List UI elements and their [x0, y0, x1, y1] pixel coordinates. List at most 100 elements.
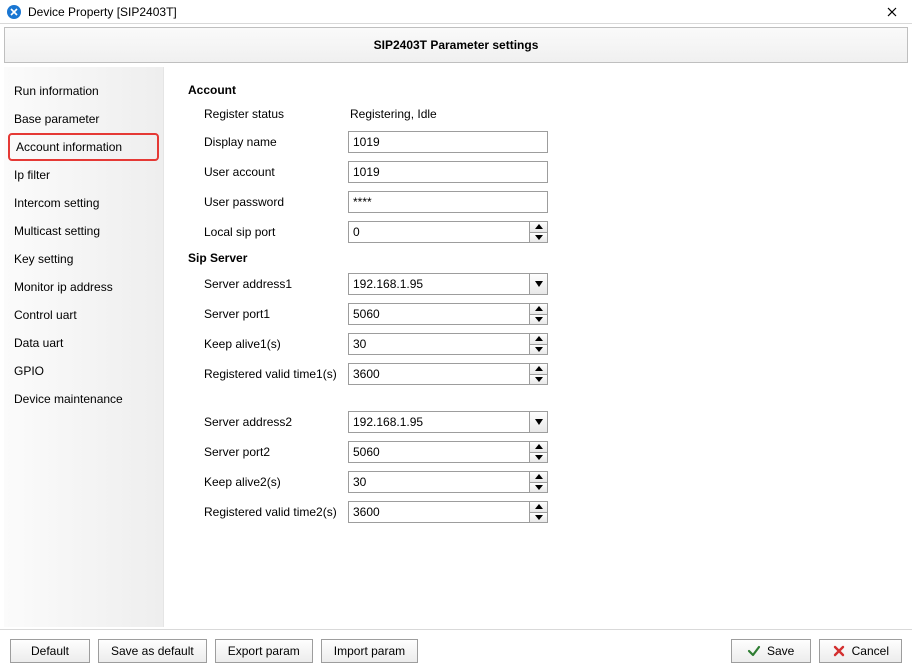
row-user-account: User account — [188, 161, 892, 183]
chevron-up-icon — [535, 366, 543, 371]
label-server-address2: Server address2 — [188, 415, 348, 429]
sidebar-item-monitor-ip-address[interactable]: Monitor ip address — [4, 273, 163, 301]
input-regvalid2[interactable] — [349, 502, 529, 522]
row-regvalid2: Registered valid time2(s) — [188, 501, 892, 523]
input-server-port2[interactable] — [349, 442, 529, 462]
chevron-down-icon — [535, 377, 543, 382]
save-as-default-button[interactable]: Save as default — [98, 639, 207, 663]
input-server-address2[interactable] — [349, 412, 529, 432]
spin-local-sip-port[interactable] — [348, 221, 548, 243]
sidebar-item-label: Monitor ip address — [14, 280, 113, 294]
sidebar-item-run-information[interactable]: Run information — [4, 77, 163, 105]
spin-keepalive2[interactable] — [348, 471, 548, 493]
button-label: Cancel — [852, 644, 889, 658]
account-form: Register status Registering, Idle Displa… — [188, 105, 892, 243]
input-local-sip-port[interactable] — [349, 222, 529, 242]
combo-server-address1[interactable] — [348, 273, 548, 295]
page-header: SIP2403T Parameter settings — [4, 27, 908, 63]
input-server-address1[interactable] — [349, 274, 529, 294]
spin-up[interactable] — [530, 364, 547, 374]
sidebar-item-label: Ip filter — [14, 168, 50, 182]
sidebar-item-label: Intercom setting — [14, 196, 99, 210]
chevron-up-icon — [535, 444, 543, 449]
spin-up[interactable] — [530, 442, 547, 452]
sidebar-item-label: Control uart — [14, 308, 77, 322]
spin-down[interactable] — [530, 344, 547, 355]
label-display-name: Display name — [188, 135, 348, 149]
spin-down[interactable] — [530, 314, 547, 325]
sidebar-item-control-uart[interactable]: Control uart — [4, 301, 163, 329]
spin-up[interactable] — [530, 304, 547, 314]
combo-server-address2[interactable] — [348, 411, 548, 433]
spin-server-port2[interactable] — [348, 441, 548, 463]
chevron-up-icon — [535, 474, 543, 479]
sidebar-item-label: Base parameter — [14, 112, 99, 126]
spin-keepalive1[interactable] — [348, 333, 548, 355]
spin-down[interactable] — [530, 232, 547, 243]
row-keepalive2: Keep alive2(s) — [188, 471, 892, 493]
sidebar-item-label: GPIO — [14, 364, 44, 378]
sidebar-item-device-maintenance[interactable]: Device maintenance — [4, 385, 163, 413]
button-label: Save as default — [111, 644, 194, 658]
label-user-password: User password — [188, 195, 348, 209]
row-register-status: Register status Registering, Idle — [188, 105, 892, 123]
input-user-password[interactable] — [348, 191, 548, 213]
spin-down[interactable] — [530, 482, 547, 493]
import-param-button[interactable]: Import param — [321, 639, 418, 663]
sidebar-item-gpio[interactable]: GPIO — [4, 357, 163, 385]
combo-button[interactable] — [529, 412, 547, 432]
sidebar-item-label: Account information — [16, 140, 122, 154]
row-regvalid1: Registered valid time1(s) — [188, 363, 892, 385]
label-user-account: User account — [188, 165, 348, 179]
bottom-bar: Default Save as default Export param Imp… — [0, 629, 912, 671]
row-display-name: Display name — [188, 131, 892, 153]
save-button[interactable]: Save — [731, 639, 811, 663]
input-regvalid1[interactable] — [349, 364, 529, 384]
sidebar-item-base-parameter[interactable]: Base parameter — [4, 105, 163, 133]
sidebar-item-data-uart[interactable]: Data uart — [4, 329, 163, 357]
spin-up[interactable] — [530, 472, 547, 482]
spin-up[interactable] — [530, 502, 547, 512]
label-regvalid1: Registered valid time1(s) — [188, 367, 348, 381]
label-server-port1: Server port1 — [188, 307, 348, 321]
sidebar-item-account-information[interactable]: Account information — [8, 133, 159, 161]
row-server-address1: Server address1 — [188, 273, 892, 295]
chevron-down-icon — [535, 455, 543, 460]
spin-down[interactable] — [530, 512, 547, 523]
label-server-address1: Server address1 — [188, 277, 348, 291]
page-title: SIP2403T Parameter settings — [374, 38, 539, 52]
button-label: Import param — [334, 644, 405, 658]
export-param-button[interactable]: Export param — [215, 639, 313, 663]
x-icon — [832, 644, 846, 658]
input-server-port1[interactable] — [349, 304, 529, 324]
label-regvalid2: Registered valid time2(s) — [188, 505, 348, 519]
input-user-account[interactable] — [348, 161, 548, 183]
close-button[interactable] — [876, 2, 908, 22]
spin-down[interactable] — [530, 374, 547, 385]
spin-regvalid2[interactable] — [348, 501, 548, 523]
sidebar-item-ip-filter[interactable]: Ip filter — [4, 161, 163, 189]
spin-up[interactable] — [530, 222, 547, 232]
label-keepalive1: Keep alive1(s) — [188, 337, 348, 351]
spin-down[interactable] — [530, 452, 547, 463]
input-display-name[interactable] — [348, 131, 548, 153]
default-button[interactable]: Default — [10, 639, 90, 663]
label-server-port2: Server port2 — [188, 445, 348, 459]
chevron-up-icon — [535, 504, 543, 509]
label-register-status: Register status — [188, 107, 348, 121]
input-keepalive2[interactable] — [349, 472, 529, 492]
sidebar-item-multicast-setting[interactable]: Multicast setting — [4, 217, 163, 245]
row-keepalive1: Keep alive1(s) — [188, 333, 892, 355]
spin-server-port1[interactable] — [348, 303, 548, 325]
sidebar-item-intercom-setting[interactable]: Intercom setting — [4, 189, 163, 217]
spin-regvalid1[interactable] — [348, 363, 548, 385]
input-keepalive1[interactable] — [349, 334, 529, 354]
chevron-up-icon — [535, 224, 543, 229]
cancel-button[interactable]: Cancel — [819, 639, 902, 663]
sidebar-item-key-setting[interactable]: Key setting — [4, 245, 163, 273]
spin-up[interactable] — [530, 334, 547, 344]
sidebar: Run information Base parameter Account i… — [4, 67, 164, 627]
combo-button[interactable] — [529, 274, 547, 294]
value-register-status: Registering, Idle — [348, 105, 568, 123]
button-label: Default — [31, 644, 69, 658]
